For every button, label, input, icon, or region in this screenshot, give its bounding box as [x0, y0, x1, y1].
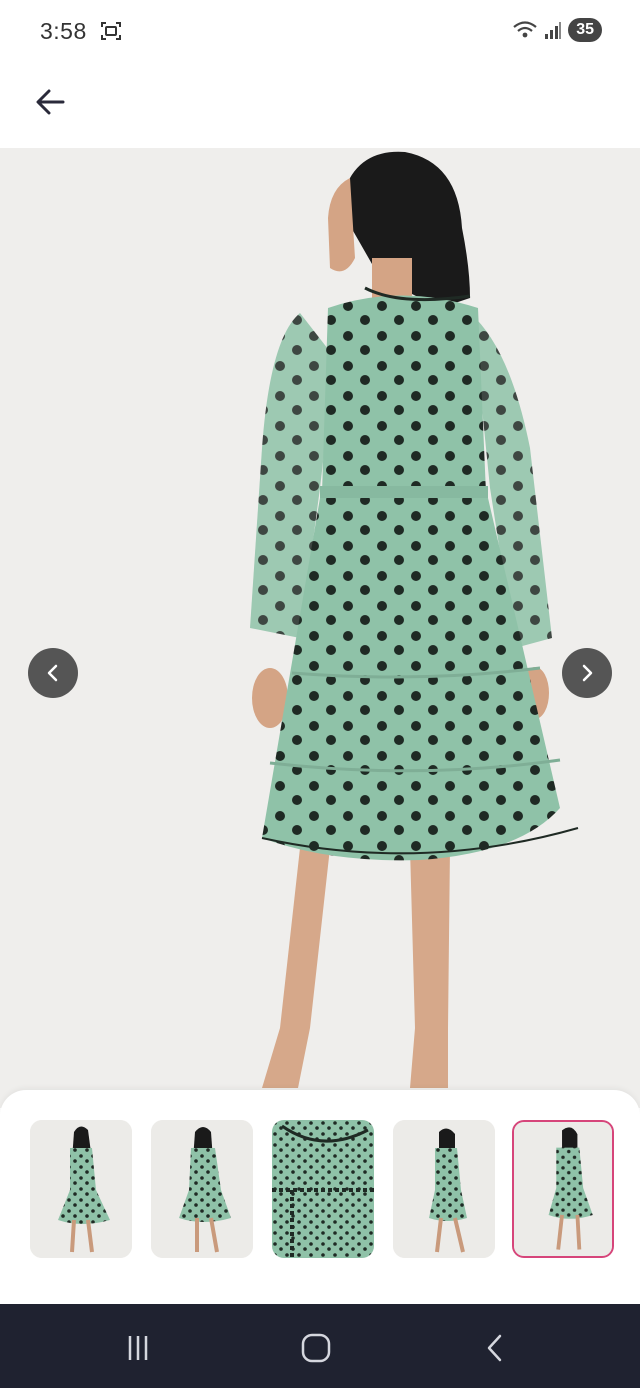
status-time: 3:58: [40, 18, 87, 44]
wifi-icon: [513, 21, 537, 38]
thumbnail-3[interactable]: [272, 1120, 374, 1258]
app-bar: [0, 62, 640, 148]
thumbnail-strip: [0, 1090, 640, 1304]
home-icon: [301, 1333, 331, 1363]
back-button[interactable]: [28, 80, 72, 124]
battery-icon: 35: [568, 18, 602, 42]
system-nav-bar: [0, 1304, 640, 1388]
recents-button[interactable]: [116, 1326, 160, 1370]
chevron-left-icon: [47, 664, 58, 682]
product-image-viewer[interactable]: [0, 148, 640, 1108]
status-icons: 35: [512, 18, 602, 42]
thumbnail-image: [514, 1122, 612, 1256]
arrow-left-icon: [36, 89, 65, 115]
thumbnail-1[interactable]: [30, 1120, 132, 1258]
signal-icon: [545, 22, 562, 39]
thumbnail-4[interactable]: [393, 1120, 495, 1258]
thumbnail-5-selected[interactable]: [512, 1120, 614, 1258]
back-icon: [487, 1334, 502, 1362]
thumbnail-image: [393, 1120, 495, 1258]
product-image: [0, 148, 640, 1108]
chevron-right-icon: [582, 664, 593, 682]
thumbnail-image: [151, 1120, 253, 1258]
status-bar: 3:58 35: [0, 0, 640, 62]
thumbnail-image: [272, 1120, 374, 1258]
home-button[interactable]: [294, 1326, 338, 1370]
system-back-button[interactable]: [474, 1326, 518, 1370]
thumbnail-image: [30, 1120, 132, 1258]
thumbnail-2[interactable]: [151, 1120, 253, 1258]
gallery-next-button[interactable]: [562, 648, 612, 698]
recents-icon: [128, 1336, 148, 1360]
dress-bodice: [322, 295, 486, 493]
gallery-prev-button[interactable]: [28, 648, 78, 698]
screenshot-icon: [101, 22, 121, 40]
